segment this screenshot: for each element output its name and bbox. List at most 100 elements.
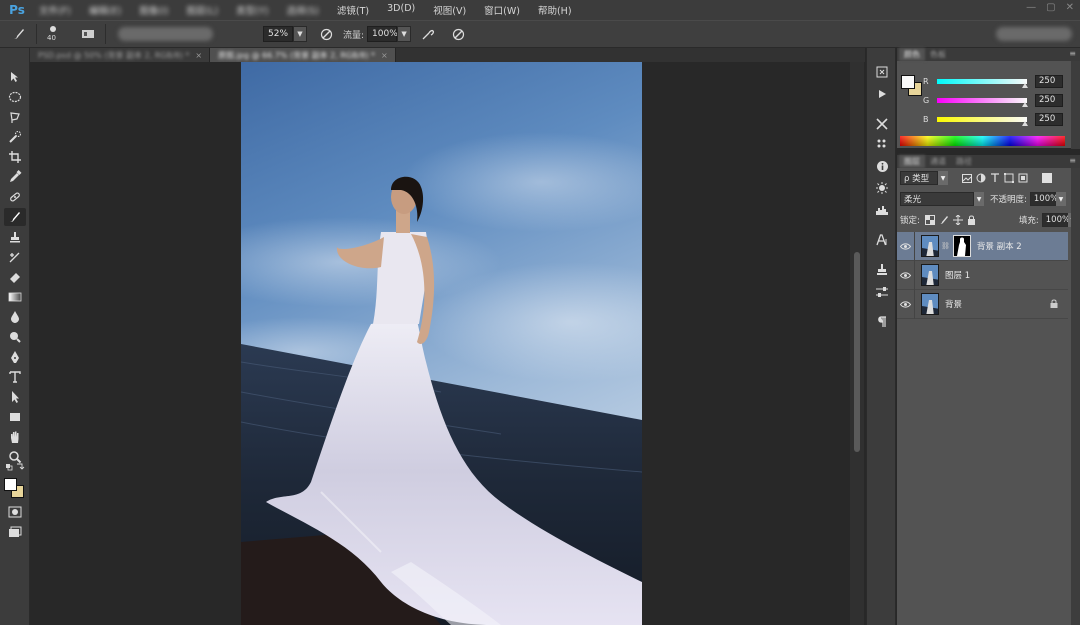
- layer-row[interactable]: 图层 1: [897, 260, 1068, 290]
- channel-slider[interactable]: [937, 116, 1029, 126]
- channel-value-field[interactable]: 250: [1035, 93, 1063, 107]
- lock-all-icon[interactable]: [965, 213, 979, 227]
- eraser-tool-icon[interactable]: [4, 268, 26, 286]
- channel-slider[interactable]: [937, 97, 1029, 107]
- visibility-eye-icon[interactable]: [897, 260, 915, 290]
- document-image[interactable]: [241, 62, 642, 625]
- maximize-button[interactable]: ▢: [1046, 2, 1055, 13]
- gradient-tool-icon[interactable]: [4, 288, 26, 306]
- lock-image-icon[interactable]: [937, 213, 951, 227]
- menu-item[interactable]: 窗口(W): [475, 3, 529, 17]
- lasso-tool-icon[interactable]: [4, 108, 26, 126]
- flow-field[interactable]: 100%: [367, 26, 398, 42]
- menu-item[interactable]: 滤镜(T): [328, 3, 378, 17]
- visibility-eye-icon[interactable]: [897, 231, 915, 261]
- visibility-eye-icon[interactable]: [897, 289, 915, 319]
- history-panel-icon[interactable]: [872, 63, 892, 81]
- tool-presets-icon[interactable]: [872, 115, 892, 133]
- brush-presets-icon[interactable]: [872, 135, 892, 153]
- rectangle-tool-icon[interactable]: [4, 408, 26, 426]
- panel-menu-icon[interactable]: ≡: [1069, 49, 1076, 58]
- actions-play-icon[interactable]: [872, 85, 892, 103]
- slider-knob[interactable]: [1022, 82, 1029, 88]
- layer-thumbnail[interactable]: [921, 293, 939, 315]
- crop-tool-icon[interactable]: [4, 148, 26, 166]
- menu-item[interactable]: 视图(V): [424, 3, 475, 17]
- close-window-button[interactable]: ✕: [1066, 2, 1074, 13]
- quick-selection-tool-icon[interactable]: [4, 128, 26, 146]
- tab-channels[interactable]: 通道: [925, 155, 951, 168]
- foreground-color-swatch[interactable]: [4, 478, 17, 491]
- filter-smart-object-icon[interactable]: [1016, 171, 1030, 185]
- quick-mask-icon[interactable]: [4, 503, 26, 521]
- spot-healing-tool-icon[interactable]: [4, 188, 26, 206]
- airbrush-icon[interactable]: [417, 23, 439, 45]
- layer-filter-kind[interactable]: ρ 类型: [900, 171, 938, 185]
- channel-value-field[interactable]: 250: [1035, 112, 1063, 126]
- filter-pixel-icon[interactable]: [960, 171, 974, 185]
- filter-toggle-icon[interactable]: [1042, 173, 1052, 183]
- flow-dropdown[interactable]: ▼: [397, 26, 412, 42]
- menu-item[interactable]: 图像(I): [130, 3, 177, 17]
- menu-item[interactable]: 编辑(E): [80, 3, 130, 17]
- blurred-workspace-switcher[interactable]: [996, 27, 1072, 41]
- layer-filter-dropdown[interactable]: ▼: [938, 171, 948, 185]
- blurred-mode-control[interactable]: [118, 27, 213, 41]
- layer-thumbnail[interactable]: [921, 264, 939, 286]
- clone-stamp-tool-icon[interactable]: [4, 228, 26, 246]
- scroll-thumb[interactable]: [854, 252, 860, 452]
- ellipse-marquee-tool-icon[interactable]: [4, 88, 26, 106]
- layer-row[interactable]: ⛓ 背景 副本 2: [897, 231, 1068, 261]
- paragraph-panel-icon[interactable]: [872, 313, 892, 331]
- canvas-vertical-scrollbar[interactable]: [850, 62, 864, 625]
- type-tool-icon[interactable]: [4, 368, 26, 386]
- menu-item[interactable]: 文件(F): [30, 3, 80, 17]
- blur-tool-icon[interactable]: [4, 308, 26, 326]
- pressure-opacity-icon[interactable]: [315, 23, 337, 45]
- opacity-dropdown[interactable]: ▼: [293, 26, 307, 42]
- blend-mode-dropdown[interactable]: ▼: [974, 192, 984, 206]
- histogram-icon[interactable]: [872, 201, 892, 219]
- layer-mask-thumbnail[interactable]: [952, 235, 971, 257]
- brush-tool-icon[interactable]: [4, 208, 26, 226]
- tab-active-document[interactable]: 原图.jpg @ 66.7% (背景 副本 2, RGB/8) * ×: [210, 48, 396, 62]
- menu-item[interactable]: 帮助(H): [529, 3, 581, 17]
- layer-thumbnail[interactable]: [921, 235, 939, 257]
- menu-item[interactable]: 选择(S): [277, 3, 327, 17]
- color-foreground-swatch[interactable]: [901, 75, 915, 89]
- layers-panel-scrollbar[interactable]: [1071, 168, 1080, 625]
- adjustments-icon[interactable]: [872, 179, 892, 197]
- tab-layers[interactable]: 图层: [899, 155, 925, 168]
- channel-value-field[interactable]: 250: [1035, 74, 1063, 88]
- swap-colors-icon[interactable]: [4, 461, 26, 473]
- filter-shape-icon[interactable]: [1002, 171, 1016, 185]
- channel-slider[interactable]: [937, 78, 1029, 88]
- menu-item[interactable]: 图层(L): [178, 3, 228, 17]
- clone-source-icon[interactable]: [872, 261, 892, 279]
- canvas-area[interactable]: [30, 62, 850, 625]
- brush-tool-preset-icon[interactable]: [8, 23, 30, 45]
- layer-list-empty-area[interactable]: [897, 322, 1068, 625]
- tab-paths[interactable]: 路径: [951, 155, 977, 168]
- properties-sliders-icon[interactable]: [872, 283, 892, 301]
- layer-row[interactable]: 背景: [897, 289, 1068, 319]
- move-tool-icon[interactable]: [4, 68, 26, 86]
- brush-size-picker[interactable]: 40: [43, 23, 69, 45]
- eyedropper-tool-icon[interactable]: [4, 168, 26, 186]
- close-tab-icon[interactable]: ×: [381, 51, 388, 60]
- filter-adjustment-icon[interactable]: [974, 171, 988, 185]
- pen-tool-icon[interactable]: [4, 348, 26, 366]
- info-panel-icon[interactable]: [872, 157, 892, 175]
- tab-swatches[interactable]: 色板: [925, 48, 951, 61]
- slider-knob[interactable]: [1022, 101, 1029, 107]
- history-brush-tool-icon[interactable]: [4, 248, 26, 266]
- layer-opacity-dropdown[interactable]: ▼: [1055, 192, 1066, 206]
- layer-fill-field[interactable]: 100%: [1041, 213, 1070, 227]
- slider-knob[interactable]: [1022, 120, 1029, 126]
- close-tab-icon[interactable]: ×: [195, 51, 202, 60]
- hand-tool-icon[interactable]: [4, 428, 26, 446]
- opacity-field[interactable]: 52%: [263, 26, 293, 42]
- layer-opacity-field[interactable]: 100%: [1029, 192, 1058, 206]
- tab-color[interactable]: 颜色: [899, 48, 925, 61]
- mask-link-icon[interactable]: ⛓: [941, 242, 950, 250]
